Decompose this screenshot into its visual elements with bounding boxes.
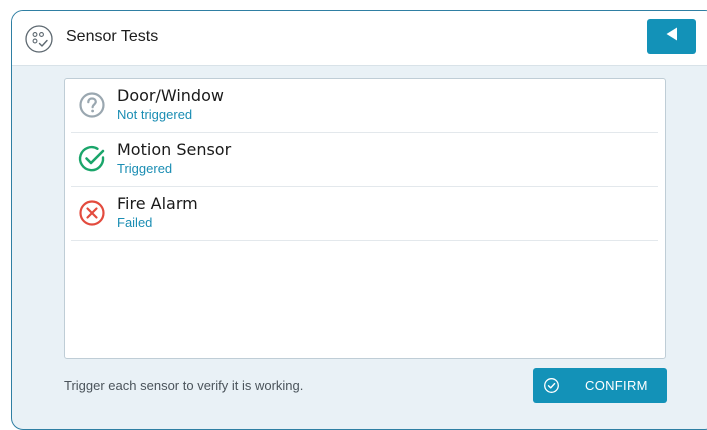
sensor-name: Door/Window xyxy=(117,86,224,105)
list-item-fire-alarm[interactable]: Fire Alarm Failed xyxy=(71,187,658,241)
triangle-left-icon xyxy=(664,26,680,47)
instruction-text: Trigger each sensor to verify it is work… xyxy=(64,378,304,393)
check-circle-icon xyxy=(77,144,107,174)
question-circle-icon xyxy=(77,90,107,120)
back-button[interactable] xyxy=(647,19,696,54)
x-circle-icon xyxy=(77,198,107,228)
header-bar: Sensor Tests xyxy=(12,11,707,66)
sensor-status: Triggered xyxy=(117,161,173,176)
confirm-label: CONFIRM xyxy=(585,378,648,393)
sensor-name: Fire Alarm xyxy=(117,194,198,213)
page-title: Sensor Tests xyxy=(66,28,159,45)
confirm-button[interactable]: CONFIRM xyxy=(533,368,667,403)
sensor-name: Motion Sensor xyxy=(117,140,232,159)
list-item-motion-sensor[interactable]: Motion Sensor Triggered xyxy=(71,133,658,187)
sensor-status: Not triggered xyxy=(117,107,193,122)
sensor-status: Failed xyxy=(117,215,153,230)
sensor-tests-window: Sensor Tests Door/Window Not triggered M… xyxy=(11,10,707,430)
check-circle-outline-icon xyxy=(543,377,560,394)
list-item-door-window[interactable]: Door/Window Not triggered xyxy=(71,79,658,133)
sensor-check-icon xyxy=(25,25,53,53)
sensor-list: Door/Window Not triggered Motion Sensor … xyxy=(64,78,666,359)
